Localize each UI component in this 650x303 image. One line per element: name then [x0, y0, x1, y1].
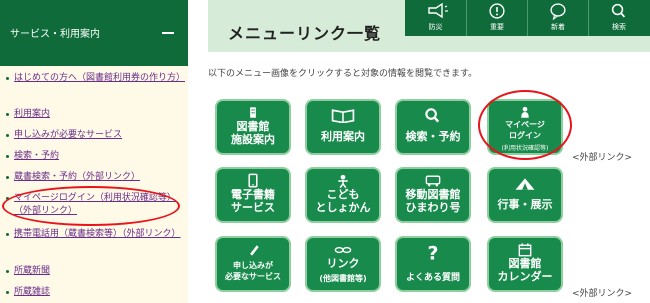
sidebar-item-mobile: 携帯電話用（蔵書検索等）（外部リンク） — [6, 228, 181, 241]
tile-label: 電子書籍 — [231, 188, 275, 201]
speech-bubble-icon — [550, 3, 566, 20]
book-icon — [331, 109, 355, 123]
tile-label: 施設案内 — [231, 133, 275, 146]
external-link-label: <外部リンク> — [572, 153, 633, 163]
chain-icon — [334, 246, 352, 254]
tile-label: こども — [326, 188, 360, 201]
bullet-icon — [6, 291, 9, 294]
tent-icon — [515, 178, 535, 190]
sidebar-item-search: 検索・予約 — [6, 150, 181, 163]
tile-label: よくある質問 — [405, 273, 460, 283]
tile-label: サービス — [231, 201, 275, 214]
question-icon: ? — [428, 243, 439, 264]
sidebar-link[interactable]: はじめての方へ（図書館利用券の作り方） — [14, 72, 185, 85]
nav-new-button[interactable]: 新着 — [527, 0, 588, 36]
tile-usage-guide[interactable]: 利用案内 — [305, 99, 381, 155]
sidebar-link[interactable]: 蔵書検索・予約（外部リンク） — [14, 171, 181, 184]
sidebar-link[interactable]: 所蔵新聞 — [14, 265, 181, 278]
nav-disaster-button[interactable]: 防災 — [405, 0, 466, 36]
child-icon — [338, 174, 348, 189]
tile-mobile-library[interactable]: 移動図書館 ひまわり号 — [395, 167, 471, 223]
tile-kids-library[interactable]: こども としょかん — [305, 167, 381, 223]
sidebar-title: サービス・利用案内 — [10, 29, 100, 40]
search-icon — [611, 3, 626, 18]
tile-label: 図書館 — [508, 257, 542, 270]
bullet-icon — [6, 134, 9, 137]
tile-faq[interactable]: ? よくある質問 — [395, 236, 471, 292]
tile-search-reserve[interactable]: 検索・予約 — [395, 99, 471, 155]
top-nav: 防災 重要 新着 検索 — [405, 0, 650, 36]
bullet-icon — [6, 155, 9, 158]
exclamation-icon — [489, 3, 505, 19]
bullet-icon — [6, 270, 9, 273]
bus-icon — [425, 175, 441, 187]
tile-label: 移動図書館 — [405, 188, 461, 201]
tile-links[interactable]: リンク (他図書館等) — [305, 236, 381, 292]
search-icon — [425, 108, 440, 123]
megaphone-icon — [428, 2, 448, 19]
sidebar-item-magazines: 所蔵雑誌 — [6, 286, 181, 299]
tile-facility-guide[interactable]: 図書館 施設案内 — [215, 99, 291, 155]
bullet-icon — [6, 113, 9, 116]
nav-label: 検索 — [612, 23, 626, 31]
intro-text: 以下のメニュー画像をクリックすると対象の情報を閲覧できます。 — [208, 69, 478, 79]
sidebar: サービス・利用案内 はじめての方へ（図書館利用券の作り方） 利用案内 申し込みが… — [0, 0, 188, 303]
nav-label: 防災 — [428, 23, 443, 31]
highlight-circle — [2, 186, 180, 226]
tile-label: 必要なサービス — [225, 272, 281, 281]
tile-label: リンク — [326, 257, 360, 270]
sidebar-item-catalog: 蔵書検索・予約（外部リンク） — [6, 171, 181, 184]
tile-label: ひまわり号 — [405, 201, 461, 214]
sidebar-item-newspapers: 所蔵新聞 — [6, 265, 181, 278]
sidebar-link[interactable]: 利用案内 — [14, 108, 181, 121]
tile-label: 検索・予約 — [405, 130, 461, 143]
sidebar-item-guide: 利用案内 — [6, 108, 181, 121]
sidebar-link[interactable]: 検索・予約 — [14, 150, 181, 163]
tile-label: 利用案内 — [321, 130, 365, 143]
highlight-circle — [478, 90, 572, 160]
tile-label: 図書館 — [236, 120, 270, 133]
sidebar-header[interactable]: サービス・利用案内 — [0, 0, 188, 66]
nav-search-button[interactable]: 検索 — [588, 0, 649, 36]
tablet-icon — [248, 173, 258, 188]
calendar-icon — [518, 243, 532, 257]
sidebar-link[interactable]: 携帯電話用（蔵書検索等）（外部リンク） — [14, 228, 181, 241]
bullet-icon — [6, 233, 9, 236]
tile-label: 行事・展示 — [497, 198, 553, 211]
bullet-icon — [6, 77, 9, 80]
tile-ebook-service[interactable]: 電子書籍 サービス — [215, 167, 291, 223]
external-link-label: <外部リンク> — [572, 289, 633, 299]
bullet-icon — [6, 176, 9, 179]
sidebar-item-first-time: はじめての方へ（図書館利用券の作り方） — [6, 72, 185, 85]
tile-events[interactable]: 行事・展示 — [487, 167, 563, 223]
page-title: メニューリンク一覧 — [228, 24, 382, 43]
svg-text:?: ? — [428, 243, 439, 264]
pen-icon — [250, 245, 259, 256]
nav-label: 重要 — [490, 23, 504, 31]
building-icon — [250, 107, 256, 118]
collapse-icon[interactable] — [162, 32, 174, 34]
nav-label: 新着 — [551, 23, 565, 31]
tile-label: (他図書館等) — [319, 274, 367, 283]
sidebar-link[interactable]: 申し込みが必要なサービス — [14, 129, 181, 142]
nav-important-button[interactable]: 重要 — [466, 0, 527, 36]
tile-apply-services[interactable]: 申し込みが 必要なサービス — [215, 236, 291, 292]
tile-label: カレンダー — [497, 270, 553, 283]
sidebar-item-apply-services: 申し込みが必要なサービス — [6, 129, 181, 142]
sidebar-link[interactable]: 所蔵雑誌 — [14, 286, 181, 299]
tile-label: としょかん — [315, 201, 371, 214]
tile-calendar[interactable]: 図書館 カレンダー — [487, 236, 563, 292]
